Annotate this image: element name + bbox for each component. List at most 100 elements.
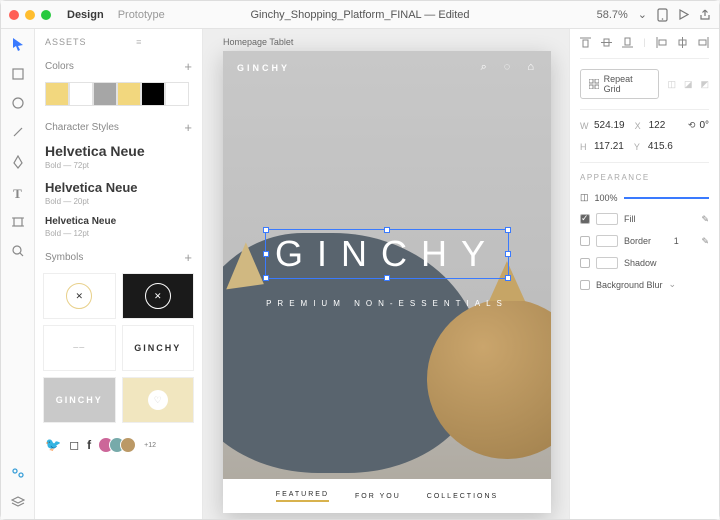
tab-prototype[interactable]: Prototype bbox=[118, 9, 165, 21]
boolean-add-icon[interactable]: ◫ bbox=[667, 79, 676, 90]
pen-tool-icon[interactable] bbox=[12, 155, 24, 172]
zoom-tool-icon[interactable] bbox=[12, 245, 24, 260]
color-swatch[interactable] bbox=[93, 82, 117, 106]
align-hcenter-icon[interactable] bbox=[677, 37, 688, 48]
assets-header: ASSETS bbox=[45, 37, 87, 47]
symbol-item[interactable]: GINCHY bbox=[43, 377, 116, 423]
boolean-int-icon[interactable]: ◩ bbox=[700, 79, 709, 90]
repeat-grid-label: Repeat Grid bbox=[604, 74, 651, 94]
nav-tab-featured[interactable]: FEATURED bbox=[276, 491, 329, 502]
symbol-item[interactable]: —— bbox=[43, 325, 116, 371]
eyedropper-icon[interactable]: ✎ bbox=[701, 214, 709, 225]
canvas[interactable]: Homepage Tablet GINCHY ⌕ ◌ ⌂ GINCHY bbox=[203, 29, 569, 519]
x-field[interactable]: 122 bbox=[649, 120, 666, 131]
border-color-chip[interactable] bbox=[596, 235, 618, 247]
blur-checkbox[interactable] bbox=[580, 280, 590, 290]
appearance-header: APPEARANCE bbox=[580, 173, 709, 182]
zoom-window[interactable] bbox=[41, 10, 51, 20]
align-vcenter-icon[interactable] bbox=[601, 37, 612, 48]
close-icon: ✕ bbox=[75, 291, 83, 302]
line-tool-icon[interactable] bbox=[12, 126, 24, 141]
app-window: Design Prototype Ginchy_Shopping_Platfor… bbox=[0, 0, 720, 520]
align-left-icon[interactable] bbox=[656, 37, 667, 48]
tab-design[interactable]: Design bbox=[67, 9, 104, 21]
symbol-label: GINCHY bbox=[56, 395, 103, 405]
add-color-button[interactable]: + bbox=[184, 59, 192, 74]
height-field[interactable]: 117.21 bbox=[594, 141, 624, 152]
y-field[interactable]: 415.6 bbox=[648, 141, 673, 152]
color-swatch[interactable] bbox=[69, 82, 93, 106]
shadow-checkbox[interactable] bbox=[580, 258, 590, 268]
close-icon: ✕ bbox=[154, 291, 162, 302]
add-symbol-button[interactable]: + bbox=[184, 250, 192, 265]
symbol-item[interactable]: GINCHY bbox=[122, 325, 195, 371]
opacity-value[interactable]: 100% bbox=[595, 193, 618, 203]
close-window[interactable] bbox=[9, 10, 19, 20]
symbol-item[interactable]: ✕ bbox=[43, 273, 116, 319]
color-swatch[interactable] bbox=[141, 82, 165, 106]
opacity-slider[interactable] bbox=[624, 197, 709, 199]
bag-icon[interactable]: ⌂ bbox=[527, 61, 537, 74]
align-bottom-icon[interactable] bbox=[622, 37, 633, 48]
select-tool-icon[interactable] bbox=[12, 37, 24, 54]
charstyle-meta: Bold — 12pt bbox=[45, 229, 192, 238]
nav-tabs: FEATURED FOR YOU COLLECTIONS bbox=[223, 479, 551, 513]
character-styles-header: Character Styles bbox=[45, 122, 119, 133]
ellipse-tool-icon[interactable] bbox=[12, 97, 24, 112]
boolean-sub-icon[interactable]: ◪ bbox=[684, 79, 693, 90]
twitter-icon[interactable]: 🐦 bbox=[45, 437, 61, 453]
rotate-icon[interactable]: ⟲ bbox=[688, 120, 696, 131]
artboard-label[interactable]: Homepage Tablet bbox=[223, 37, 549, 47]
minimize-window[interactable] bbox=[25, 10, 35, 20]
symbols-header: Symbols bbox=[45, 252, 83, 263]
play-icon[interactable] bbox=[678, 9, 689, 20]
layers-panel-icon[interactable] bbox=[11, 496, 25, 511]
facebook-icon[interactable]: f bbox=[87, 438, 91, 452]
fill-checkbox[interactable] bbox=[580, 214, 590, 224]
nav-tab-foryou[interactable]: FOR YOU bbox=[355, 493, 401, 500]
avatar-more: +12 bbox=[144, 442, 156, 449]
character-style[interactable]: Helvetica Neue Bold — 12pt bbox=[35, 212, 202, 244]
repeat-grid-button[interactable]: Repeat Grid bbox=[580, 69, 659, 99]
symbol-item[interactable]: ♡ bbox=[122, 377, 195, 423]
list-view-icon[interactable]: ≡ bbox=[136, 37, 142, 47]
instagram-icon[interactable]: ◻ bbox=[69, 438, 79, 452]
shadow-label: Shadow bbox=[624, 258, 657, 268]
character-style[interactable]: Helvetica Neue Bold — 20pt bbox=[35, 176, 202, 212]
align-right-icon[interactable] bbox=[698, 37, 709, 48]
symbol-item[interactable]: ✕ bbox=[122, 273, 195, 319]
selection-outline[interactable] bbox=[265, 229, 509, 279]
width-field[interactable]: 524.19 bbox=[594, 120, 625, 131]
device-preview-icon[interactable] bbox=[657, 8, 668, 22]
color-swatch[interactable] bbox=[45, 82, 69, 106]
align-row: | bbox=[580, 37, 709, 48]
charstyle-name: Helvetica Neue bbox=[45, 180, 192, 195]
character-style[interactable]: Helvetica Neue Bold — 72pt bbox=[35, 139, 202, 176]
avatar-stack[interactable] bbox=[103, 437, 136, 453]
color-swatch[interactable] bbox=[165, 82, 189, 106]
border-width-field[interactable]: 1 bbox=[674, 236, 679, 246]
share-icon[interactable] bbox=[699, 9, 711, 21]
artboard-tool-icon[interactable] bbox=[12, 216, 24, 231]
traffic-lights bbox=[9, 10, 51, 20]
assets-panel-icon[interactable] bbox=[11, 467, 25, 482]
border-checkbox[interactable] bbox=[580, 236, 590, 246]
chevron-down-icon[interactable]: ⌄ bbox=[638, 8, 647, 21]
rectangle-tool-icon[interactable] bbox=[12, 68, 24, 83]
eyedropper-icon[interactable]: ✎ bbox=[701, 236, 709, 247]
account-icon[interactable]: ◌ bbox=[504, 61, 514, 74]
text-tool-icon[interactable]: T bbox=[13, 186, 22, 202]
color-swatch[interactable] bbox=[117, 82, 141, 106]
shadow-color-chip[interactable] bbox=[596, 257, 618, 269]
align-top-icon[interactable] bbox=[580, 37, 591, 48]
fill-color-chip[interactable] bbox=[596, 213, 618, 225]
chevron-down-icon[interactable]: ⌄ bbox=[669, 279, 677, 290]
search-icon[interactable]: ⌕ bbox=[481, 61, 490, 74]
add-charstyle-button[interactable]: + bbox=[184, 120, 192, 135]
rotate-field[interactable]: 0° bbox=[699, 120, 709, 131]
brand-logo: GINCHY bbox=[237, 63, 290, 73]
zoom-level[interactable]: 58.7% bbox=[597, 9, 628, 21]
artboard[interactable]: GINCHY ⌕ ◌ ⌂ GINCHY bbox=[223, 51, 551, 513]
blur-label: Background Blur bbox=[596, 280, 663, 290]
nav-tab-collections[interactable]: COLLECTIONS bbox=[427, 493, 498, 500]
